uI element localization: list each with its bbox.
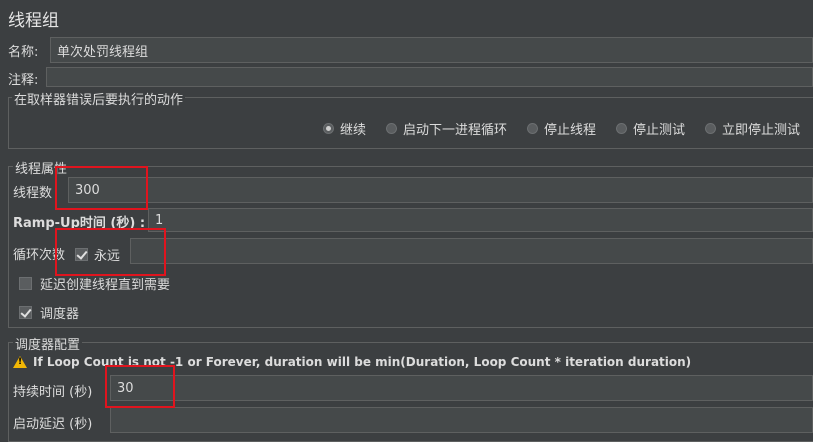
delay-create-checkbox[interactable]: 延迟创建线程直到需要 xyxy=(19,274,170,293)
radio-label: 停止线程 xyxy=(544,123,597,138)
forever-checkbox[interactable]: 永远 xyxy=(75,245,120,264)
radio-label: 停止测试 xyxy=(633,123,686,138)
radio-continue[interactable]: 继续 xyxy=(323,119,366,138)
panel-title: 线程组 xyxy=(8,11,59,31)
radio-icon xyxy=(527,123,538,134)
thread-props-title: 线程属性 xyxy=(13,158,70,177)
scheduler-checkbox[interactable]: 调度器 xyxy=(19,303,79,322)
checkbox-checked-icon xyxy=(75,248,88,261)
radio-next-loop[interactable]: 启动下一进程循环 xyxy=(386,119,507,138)
comment-label: 注释: xyxy=(8,73,39,88)
scheduler-config-title: 调度器配置 xyxy=(13,334,83,353)
duration-field[interactable]: 30 xyxy=(110,375,813,401)
ramp-up-field[interactable]: 1 xyxy=(148,208,813,232)
radio-stop-test[interactable]: 停止测试 xyxy=(616,119,685,138)
warning-icon xyxy=(13,356,27,368)
name-label: 名称: xyxy=(8,45,39,60)
checkbox-checked-icon xyxy=(19,306,32,319)
checkbox-icon xyxy=(19,277,32,290)
startup-delay-label: 启动延迟 (秒) xyxy=(13,417,93,432)
thread-count-field[interactable]: 300 xyxy=(68,177,813,203)
radio-stop-thread[interactable]: 停止线程 xyxy=(527,119,596,138)
radio-icon xyxy=(386,123,397,134)
radio-icon xyxy=(705,123,716,134)
radio-label: 继续 xyxy=(340,123,367,138)
radio-selected-icon xyxy=(323,123,334,134)
radio-label: 立即停止测试 xyxy=(722,123,801,138)
loop-count-label: 循环次数 xyxy=(13,248,66,263)
ramp-up-label: Ramp-Up时间 (秒) : xyxy=(13,216,146,231)
comment-field[interactable] xyxy=(46,67,813,87)
warning-row: If Loop Count is not -1 or Forever, dura… xyxy=(13,355,691,369)
startup-delay-field[interactable] xyxy=(110,407,813,433)
scheduler-label: 调度器 xyxy=(40,307,80,322)
duration-label: 持续时间 (秒) xyxy=(13,385,93,400)
radio-stop-test-now[interactable]: 立即停止测试 xyxy=(705,119,800,138)
sampler-error-title: 在取样器错误后要执行的动作 xyxy=(12,89,186,108)
name-field[interactable]: 单次处罚线程组 xyxy=(50,37,813,63)
forever-label: 永远 xyxy=(94,249,121,264)
delay-create-label: 延迟创建线程直到需要 xyxy=(40,278,171,293)
loop-count-field[interactable] xyxy=(130,238,813,264)
thread-count-label: 线程数 xyxy=(13,186,53,201)
warning-text: If Loop Count is not -1 or Forever, dura… xyxy=(33,355,692,369)
radio-icon xyxy=(616,123,627,134)
radio-label: 启动下一进程循环 xyxy=(403,123,508,138)
